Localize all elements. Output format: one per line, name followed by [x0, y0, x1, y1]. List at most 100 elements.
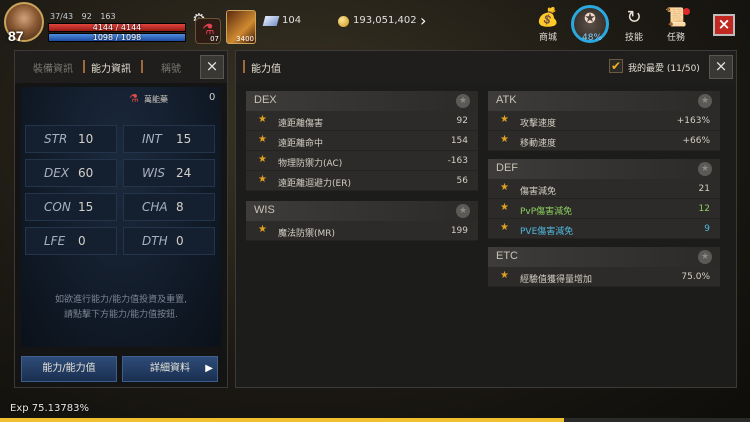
elixir-icon: ⚗ — [129, 92, 139, 105]
star-icon[interactable]: ★ — [258, 154, 267, 165]
star-icon[interactable]: ★ — [698, 162, 712, 176]
group-name: WIS — [254, 204, 275, 216]
chevron-right-icon[interactable]: › — [420, 11, 426, 30]
stat-name: WIS — [142, 166, 166, 180]
tab-ability-info[interactable]: 能力資訊 — [91, 60, 131, 75]
gem-icon — [262, 16, 280, 26]
star-icon[interactable]: ★ — [258, 224, 267, 235]
gift-icon: ✪ — [584, 11, 596, 27]
star-icon[interactable]: ★ — [500, 270, 509, 281]
gold-count: 193,051,402 — [353, 15, 417, 26]
tab-titles[interactable]: 稱號 — [161, 60, 181, 75]
star-icon[interactable]: ★ — [456, 204, 470, 218]
detail-button[interactable]: 詳細資料 ▶ — [122, 356, 218, 382]
stat-group-def: DEF ★ ★ 傷害減免 21 ★ PvP傷害減免 12 ★ PVE傷害減免 9 — [488, 159, 720, 239]
group-header: ETC ★ — [488, 247, 720, 267]
star-icon[interactable]: ★ — [698, 250, 712, 264]
star-icon[interactable]: ★ — [698, 94, 712, 108]
elixir-value: 0 — [209, 92, 216, 103]
stat-row[interactable]: ★ PvP傷害減免 12 — [488, 199, 720, 219]
buff-value: 163 — [100, 12, 116, 21]
exp-text: Exp 75.13783% — [10, 403, 89, 414]
reset-note-line: 如欲進行能力/能力值投資及重置, — [55, 295, 187, 305]
panel-title: 能力值 — [251, 64, 281, 75]
stat-row-value: -163 — [447, 156, 468, 166]
shop-label: 商城 — [538, 33, 557, 43]
base-stats-box: ⚗ 萬能藥 0 STR 10 INT 15 DEX 60 WIS 24 CON … — [21, 87, 221, 347]
spiral-icon: ↻ — [626, 7, 642, 28]
stat-row-value: 75.0% — [681, 272, 710, 282]
star-icon[interactable]: ★ — [500, 222, 509, 233]
detail-button-label: 詳細資料 — [150, 363, 190, 374]
potion-slot[interactable]: ⚗ 07 — [195, 18, 221, 44]
stat-row-label: 傷害減免 — [520, 187, 557, 197]
money-bag-icon: 💰 — [536, 7, 560, 28]
mp-text: 1098 / 1098 — [92, 33, 142, 42]
stat-group-atk: ATK ★ ★ 攻擊速度 +163% ★ 移動速度 +66% — [488, 91, 720, 151]
quest-button[interactable]: 📜 任務 — [656, 6, 696, 46]
skill-qty: 3400 — [236, 35, 254, 43]
tab-equipment-info[interactable]: 裝備資訊 — [33, 60, 73, 75]
stat-row[interactable]: ★ PVE傷害減免 9 — [488, 219, 720, 239]
skill-slot[interactable]: 3400 — [226, 10, 256, 44]
star-icon[interactable]: ★ — [258, 114, 267, 125]
stat-row-value: 199 — [450, 226, 468, 236]
stat-row[interactable]: ★ 遠距離命中 154 — [246, 131, 478, 151]
star-icon[interactable]: ★ — [258, 174, 267, 185]
group-name: DEX — [254, 94, 277, 106]
stat-row-label: 移動速度 — [520, 139, 557, 149]
stat-row[interactable]: ★ 遠距離迴避力(ER) 56 — [246, 171, 478, 191]
mp-bar: 1098 / 1098 — [48, 33, 186, 42]
hp-text: 4144 / 4144 — [92, 23, 142, 32]
group-header: WIS ★ — [246, 201, 478, 221]
stat-row-label: PvP傷害減免 — [520, 207, 573, 217]
shop-button[interactable]: 💰 商城 — [528, 6, 568, 46]
star-icon[interactable]: ★ — [500, 182, 509, 193]
stat-row-label: 物理防禦力(AC) — [278, 159, 343, 169]
stat-row[interactable]: ★ 攻擊速度 +163% — [488, 111, 720, 131]
stat-value: 10 — [78, 132, 94, 146]
star-icon[interactable]: ★ — [456, 94, 470, 108]
stat-value-button[interactable]: 能力/能力值 — [21, 356, 117, 382]
exp-bar — [0, 418, 750, 422]
star-icon[interactable]: ★ — [500, 114, 509, 125]
close-icon[interactable]: × — [713, 14, 735, 36]
stat-name: DTH — [142, 234, 168, 248]
star-icon[interactable]: ★ — [500, 202, 509, 213]
star-icon[interactable]: ★ — [500, 134, 509, 145]
buff-value: 92 — [81, 12, 92, 21]
close-icon[interactable]: × — [200, 55, 224, 79]
stat-row[interactable]: ★ 移動速度 +66% — [488, 131, 720, 151]
hp-bar: 4144 / 4144 — [48, 23, 186, 32]
stat-row-value: 12 — [698, 204, 710, 214]
group-name: DEF — [496, 162, 518, 174]
stat-cell-dex: DEX 60 — [25, 159, 117, 187]
stat-row[interactable]: ★ 魔法防禦(MR) 199 — [246, 221, 478, 241]
stat-cell-int: INT 15 — [123, 125, 215, 153]
stat-row-label: 魔法防禦(MR) — [278, 229, 336, 239]
stat-row[interactable]: ★ 物理防禦力(AC) -163 — [246, 151, 478, 171]
stat-values-header: 能力值 ✔ 我的最愛 (11/50) × — [236, 51, 736, 83]
group-name: ATK — [496, 94, 517, 106]
info-tabs: 裝備資訊 能力資訊 稱號 × — [15, 51, 227, 83]
reset-note-line: 請點擊下方能力/能力值按鈕. — [64, 310, 178, 320]
skill-button[interactable]: ↻ 技能 — [614, 6, 654, 46]
stat-row-value: 56 — [456, 176, 468, 186]
checkmark-icon[interactable]: ✔ — [609, 59, 623, 73]
stat-row[interactable]: ★ 遠距離傷害 92 — [246, 111, 478, 131]
close-icon[interactable]: × — [709, 55, 733, 79]
stat-group-etc: ETC ★ ★ 經驗值獲得量增加 75.0% — [488, 247, 720, 287]
buff-value: 37/43 — [50, 12, 74, 21]
stat-row-value: +163% — [676, 116, 710, 126]
stat-row[interactable]: ★ 經驗值獲得量增加 75.0% — [488, 267, 720, 287]
stat-row[interactable]: ★ 傷害減免 21 — [488, 179, 720, 199]
stat-row-label: 經驗值獲得量增加 — [520, 275, 593, 285]
group-header: DEX ★ — [246, 91, 478, 111]
favorites-label[interactable]: 我的最愛 (11/50) — [628, 61, 700, 74]
gem-count: 104 — [282, 15, 302, 26]
stat-name: DEX — [44, 166, 70, 180]
star-icon[interactable]: ★ — [258, 134, 267, 145]
stat-row-value: +66% — [682, 136, 710, 146]
coin-icon — [338, 16, 349, 27]
stat-name: CON — [44, 200, 71, 214]
